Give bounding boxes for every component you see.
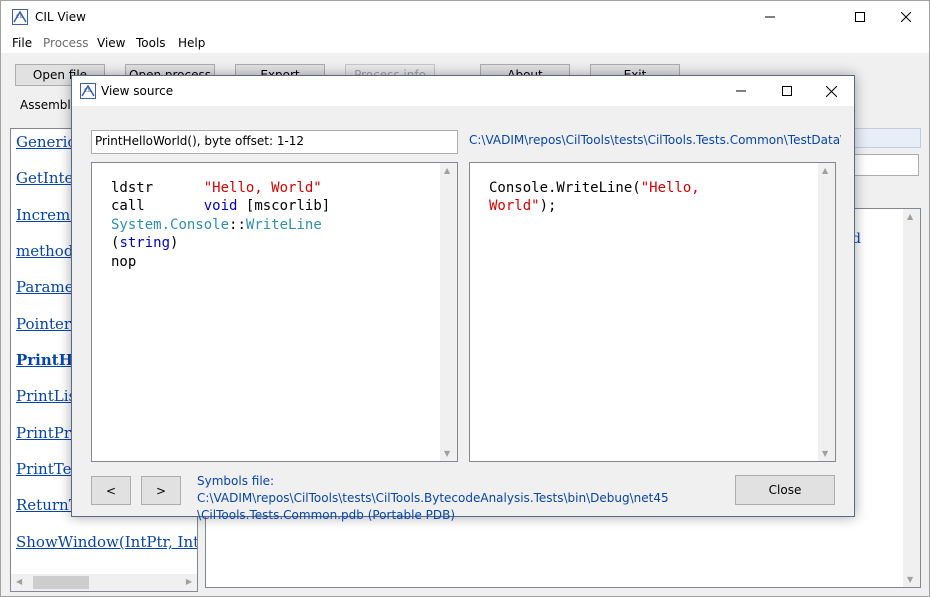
- menu-help[interactable]: Help: [178, 36, 205, 50]
- dialog-title-bar: CIL View source: [72, 76, 854, 106]
- right-panel-input[interactable]: [847, 154, 919, 176]
- symbols-line-2: \CilTools.Tests.Common.pdb (Portable PDB…: [197, 508, 456, 522]
- cs-string: World": [489, 198, 540, 215]
- assembly-label: Assembly: [20, 98, 78, 112]
- window-title: CIL View: [35, 10, 86, 24]
- title-bar: CIL CIL View: [1, 1, 929, 33]
- dialog-title: View source: [101, 84, 174, 98]
- symbols-file-info[interactable]: Symbols file: C:\VADIM\repos\CilTools\te…: [197, 473, 717, 524]
- cs-call: Console.WriteLine(: [489, 180, 641, 196]
- scroll-left-icon[interactable]: ◀: [16, 577, 22, 586]
- previous-button[interactable]: <: [91, 476, 131, 505]
- maximize-icon: [855, 12, 865, 22]
- scroll-thumb[interactable]: [33, 576, 89, 589]
- il-string: "Hello, World": [203, 180, 322, 196]
- menu-file[interactable]: File: [12, 36, 32, 50]
- close-window-button[interactable]: [883, 1, 929, 33]
- dialog-minimize-button[interactable]: [718, 76, 764, 106]
- cs-pane-vscrollbar[interactable]: ▲ ▼: [818, 163, 835, 461]
- il-method: WriteLine: [245, 216, 322, 233]
- cs-end: );: [539, 198, 557, 215]
- svg-text:CIL: CIL: [16, 14, 24, 20]
- next-button[interactable]: >: [141, 476, 181, 505]
- il-op: call: [111, 198, 145, 215]
- cs-code: Console.WriteLine("Hello, World");: [489, 179, 700, 216]
- scroll-up-icon[interactable]: ▲: [822, 166, 828, 175]
- cs-code-pane[interactable]: Console.WriteLine("Hello, World"); ▲ ▼: [469, 162, 836, 462]
- close-icon: [901, 12, 911, 22]
- scroll-down-icon[interactable]: ▼: [907, 575, 913, 584]
- il-paren: ): [170, 235, 179, 252]
- il-type: Console: [170, 216, 230, 233]
- right-panel-vscrollbar[interactable]: ▲ ▼: [903, 209, 920, 587]
- il-op: ldstr: [111, 180, 154, 196]
- scroll-up-icon[interactable]: ▲: [907, 212, 913, 221]
- dialog-app-icon: CIL: [80, 83, 96, 99]
- dialog-close-button[interactable]: [808, 76, 854, 106]
- menu-view[interactable]: View: [97, 36, 125, 50]
- minimize-button[interactable]: [747, 1, 793, 33]
- minimize-icon: [736, 90, 746, 92]
- il-code-pane[interactable]: ldstr "Hello, World" call void [mscorlib…: [91, 162, 458, 462]
- il-pane-vscrollbar[interactable]: ▲ ▼: [440, 163, 457, 461]
- app-icon: CIL: [12, 9, 28, 25]
- method-offset-field[interactable]: PrintHelloWorld(), byte offset: 1-12: [91, 130, 458, 154]
- close-button[interactable]: Close: [735, 475, 835, 505]
- source-file-link[interactable]: C:\VADIM\repos\CilTools\tests\CilTools.T…: [469, 133, 841, 147]
- menu-process[interactable]: Process: [43, 36, 89, 50]
- il-op: nop: [111, 253, 137, 270]
- il-separator: ::: [229, 216, 246, 233]
- symbols-line-1: Symbols file: C:\VADIM\repos\CilTools\te…: [197, 474, 669, 505]
- il-assembly: [mscorlib]: [245, 198, 331, 215]
- dialog-maximize-button[interactable]: [764, 76, 810, 106]
- cs-string: "Hello,: [640, 180, 700, 196]
- menu-bar: File Process View Tools Help: [1, 33, 929, 53]
- il-namespace: System.: [111, 216, 171, 233]
- menu-tools[interactable]: Tools: [136, 36, 166, 50]
- maximize-button[interactable]: [837, 1, 883, 33]
- maximize-icon: [782, 86, 792, 96]
- scroll-right-icon[interactable]: ▶: [186, 577, 192, 586]
- method-link[interactable]: ShowWindow(IntPtr, Int32): [16, 533, 197, 551]
- close-icon: [825, 85, 837, 97]
- scroll-down-icon[interactable]: ▼: [444, 449, 450, 458]
- minimize-icon: [765, 16, 775, 18]
- scroll-up-icon[interactable]: ▲: [444, 166, 450, 175]
- view-source-dialog: CIL View source PrintHelloWorld(), byte …: [71, 75, 855, 522]
- svg-text:CIL: CIL: [84, 88, 92, 94]
- il-keyword: void: [203, 198, 238, 215]
- method-list-hscrollbar[interactable]: ◀ ▶: [11, 574, 197, 591]
- il-code: ldstr "Hello, World" call void [mscorlib…: [111, 179, 330, 271]
- il-keyword: string: [119, 235, 171, 252]
- scroll-down-icon[interactable]: ▼: [822, 449, 828, 458]
